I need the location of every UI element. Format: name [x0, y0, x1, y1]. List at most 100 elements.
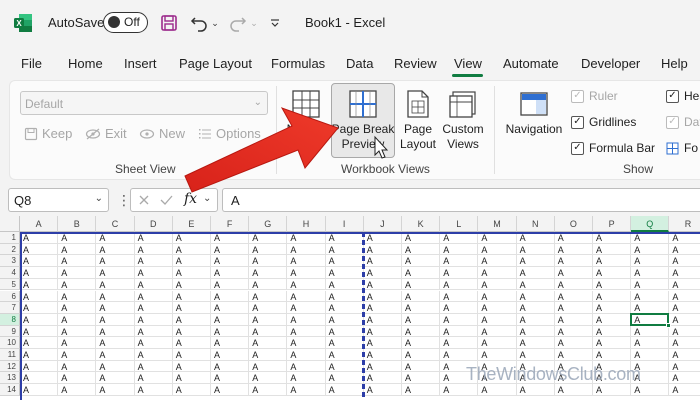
grid-cell[interactable]: A [325, 267, 364, 279]
grid-cell[interactable]: A [325, 278, 364, 291]
grid-cell[interactable]: A [58, 360, 97, 373]
grid-cell[interactable]: A [402, 243, 441, 256]
grid-cell[interactable]: A [325, 302, 364, 314]
grid-cell[interactable]: A [402, 337, 441, 349]
autosave-toggle[interactable]: Off [103, 12, 148, 33]
row-header[interactable]: 5 [0, 278, 20, 291]
column-header[interactable]: A [20, 216, 59, 232]
grid-cell[interactable]: A [440, 349, 479, 361]
grid-cell[interactable]: A [325, 290, 364, 303]
row-header[interactable]: 4 [0, 267, 20, 279]
grid-cell[interactable]: A [669, 279, 700, 291]
grid-cell[interactable]: A [325, 325, 364, 338]
grid-cell[interactable]: A [363, 384, 402, 396]
grid-cell[interactable]: A [440, 255, 479, 268]
tab-formulas[interactable]: Formulas [271, 56, 325, 71]
grid-cell[interactable]: A [363, 290, 402, 303]
grid-cell[interactable]: A [325, 313, 364, 326]
grid-cell[interactable]: A [96, 337, 135, 349]
grid-cell[interactable]: A [287, 325, 326, 338]
grid-cell[interactable]: A [211, 325, 250, 338]
undo-icon[interactable] [188, 12, 210, 34]
grid-cell[interactable]: A [593, 325, 632, 338]
grid-cell[interactable]: A [478, 337, 517, 349]
grid-cell[interactable]: A [211, 337, 250, 349]
grid-cell[interactable]: A [593, 313, 632, 326]
row-header[interactable]: 12 [0, 360, 20, 373]
grid-cell[interactable]: A [363, 372, 402, 385]
grid-cell[interactable]: A [20, 372, 59, 385]
grid-cell[interactable]: A [554, 278, 593, 291]
grid-cell[interactable]: A [402, 313, 441, 326]
grid-cell[interactable]: A [58, 267, 97, 279]
save-icon[interactable] [158, 12, 180, 34]
grid-cell[interactable]: A [287, 313, 326, 326]
grid-cell[interactable]: A [172, 302, 211, 314]
grid-cell[interactable]: A [402, 255, 441, 268]
grid-cell[interactable]: A [287, 384, 326, 396]
grid-cell[interactable]: A [172, 255, 211, 268]
grid-cell[interactable]: A [478, 267, 517, 279]
grid-cell[interactable]: A [134, 302, 173, 314]
grid-cell[interactable]: A [96, 290, 135, 303]
grid-cell[interactable]: A [20, 337, 59, 349]
column-header[interactable]: F [211, 216, 250, 232]
customize-toolbar-icon[interactable] [268, 12, 282, 34]
column-header[interactable]: O [554, 216, 593, 232]
grid-cell[interactable]: A [363, 267, 402, 279]
grid-cell[interactable]: A [134, 278, 173, 291]
grid-cell[interactable]: A [631, 384, 670, 396]
grid-cell[interactable]: A [478, 302, 517, 314]
row-header[interactable]: 1 [0, 232, 20, 244]
ruler-checkbox[interactable]: ✓ Ruler [571, 89, 618, 103]
grid-cell[interactable]: A [363, 325, 402, 338]
tab-developer[interactable]: Developer [581, 56, 640, 71]
row-header[interactable]: 6 [0, 290, 20, 303]
grid-cell[interactable]: A [211, 384, 250, 396]
grid-cell[interactable]: A [554, 349, 593, 361]
grid-cell[interactable]: A [96, 325, 135, 338]
grid-cell[interactable]: A [554, 255, 593, 268]
grid-cell[interactable]: A [249, 278, 288, 291]
column-header[interactable]: D [134, 216, 173, 232]
grid-cell[interactable]: A [96, 267, 135, 279]
grid-cell[interactable]: A [249, 302, 288, 314]
column-header[interactable]: R [669, 216, 700, 232]
page-layout-button[interactable]: Page Layout [397, 84, 439, 152]
grid-cell[interactable]: A [363, 255, 402, 268]
grid-cell[interactable]: A [363, 337, 402, 349]
column-header[interactable]: I [325, 216, 364, 232]
tab-automate[interactable]: Automate [503, 56, 559, 71]
grid-cell[interactable]: A [363, 360, 402, 373]
grid-cell[interactable]: A [669, 302, 700, 314]
grid-cell[interactable]: A [249, 325, 288, 338]
grid-cell[interactable]: A [287, 337, 326, 349]
row-header[interactable]: 9 [0, 325, 20, 338]
row-header[interactable]: 3 [0, 255, 20, 268]
grid-cell[interactable]: A [478, 325, 517, 338]
grid-cell[interactable]: A [478, 349, 517, 361]
grid-cell[interactable]: A [402, 384, 441, 396]
grid-cell[interactable]: A [172, 337, 211, 349]
grid-cell[interactable]: A [96, 302, 135, 314]
grid-cell[interactable]: A [134, 290, 173, 303]
grid-cell[interactable]: A [669, 255, 700, 268]
grid-cell[interactable]: A [363, 313, 402, 326]
grid-cell[interactable]: A [96, 255, 135, 268]
grid-cell[interactable]: A [516, 278, 555, 291]
grid-cell[interactable]: A [402, 267, 441, 279]
options-button[interactable]: Options [198, 126, 261, 141]
grid-cell[interactable]: A [58, 372, 97, 385]
grid-cell[interactable]: A [440, 278, 479, 291]
grid-cell[interactable]: A [478, 255, 517, 268]
grid-cell[interactable]: A [172, 278, 211, 291]
gridlines-checkbox[interactable]: ✓ Gridlines [571, 115, 636, 129]
grid-cell[interactable]: A [20, 302, 59, 314]
grid-cell[interactable]: A [669, 244, 700, 256]
grid-cell[interactable]: A [58, 384, 97, 396]
column-header[interactable]: E [172, 216, 211, 232]
grid-cell[interactable]: A [440, 243, 479, 256]
grid-cell[interactable]: A [554, 267, 593, 279]
grid-cell[interactable]: A [96, 372, 135, 385]
grid-cell[interactable]: A [287, 278, 326, 291]
